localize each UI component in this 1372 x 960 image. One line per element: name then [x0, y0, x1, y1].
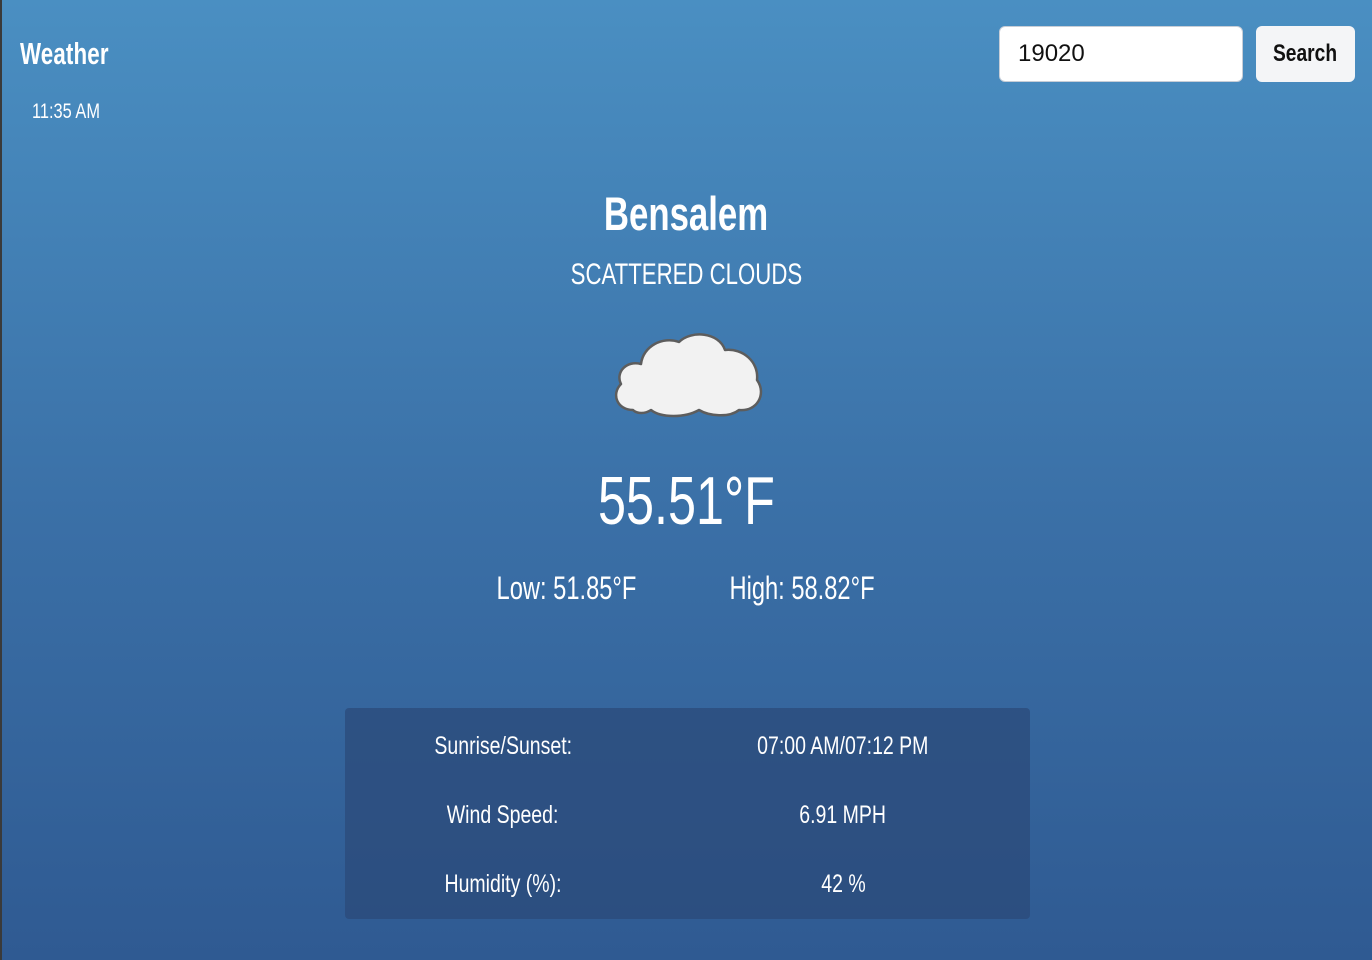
city-name: Bensalem	[0, 186, 1372, 241]
search-button-label: Search	[1273, 40, 1338, 67]
detail-value-text: 6.91 MPH	[799, 801, 887, 829]
detail-value-text: 42 %	[820, 870, 866, 898]
current-temperature-text: 55.51°F	[597, 463, 775, 539]
weather-condition: SCATTERED CLOUDS	[0, 258, 1372, 292]
weather-condition-text: SCATTERED CLOUDS	[570, 258, 802, 291]
search-button[interactable]: Search	[1256, 26, 1355, 82]
detail-value: 6.91 MPH	[673, 795, 1013, 835]
details-panel: Sunrise/Sunset: 07:00 AM/07:12 PM Wind S…	[345, 708, 1030, 919]
current-temperature: 55.51°F	[0, 462, 1372, 540]
zip-search-input[interactable]	[999, 26, 1243, 82]
detail-row-wind-speed: Wind Speed: 6.91 MPH	[345, 795, 1030, 835]
detail-value: 07:00 AM/07:12 PM	[673, 726, 1013, 766]
high-temperature: High: 58.82°F	[729, 570, 875, 606]
detail-label-text: Wind Speed:	[447, 801, 559, 829]
cloud-icon	[611, 332, 763, 418]
current-time: 11:35 AM	[32, 100, 100, 123]
detail-label: Sunrise/Sunset:	[333, 726, 673, 766]
detail-value: 42 %	[673, 864, 1013, 904]
detail-label-text: Sunrise/Sunset:	[434, 732, 572, 760]
detail-label-text: Humidity (%):	[444, 870, 562, 898]
app-title: Weather	[20, 36, 109, 71]
detail-row-humidity: Humidity (%): 42 %	[345, 864, 1030, 904]
detail-label: Wind Speed:	[333, 795, 673, 835]
city-name-text: Bensalem	[603, 187, 769, 240]
low-temperature: Low: 51.85°F	[496, 570, 636, 606]
detail-value-text: 07:00 AM/07:12 PM	[757, 732, 929, 760]
detail-row-sunrise-sunset: Sunrise/Sunset: 07:00 AM/07:12 PM	[345, 726, 1030, 766]
detail-label: Humidity (%):	[333, 864, 673, 904]
temperature-range: Low: 51.85°F High: 58.82°F	[0, 570, 1372, 607]
